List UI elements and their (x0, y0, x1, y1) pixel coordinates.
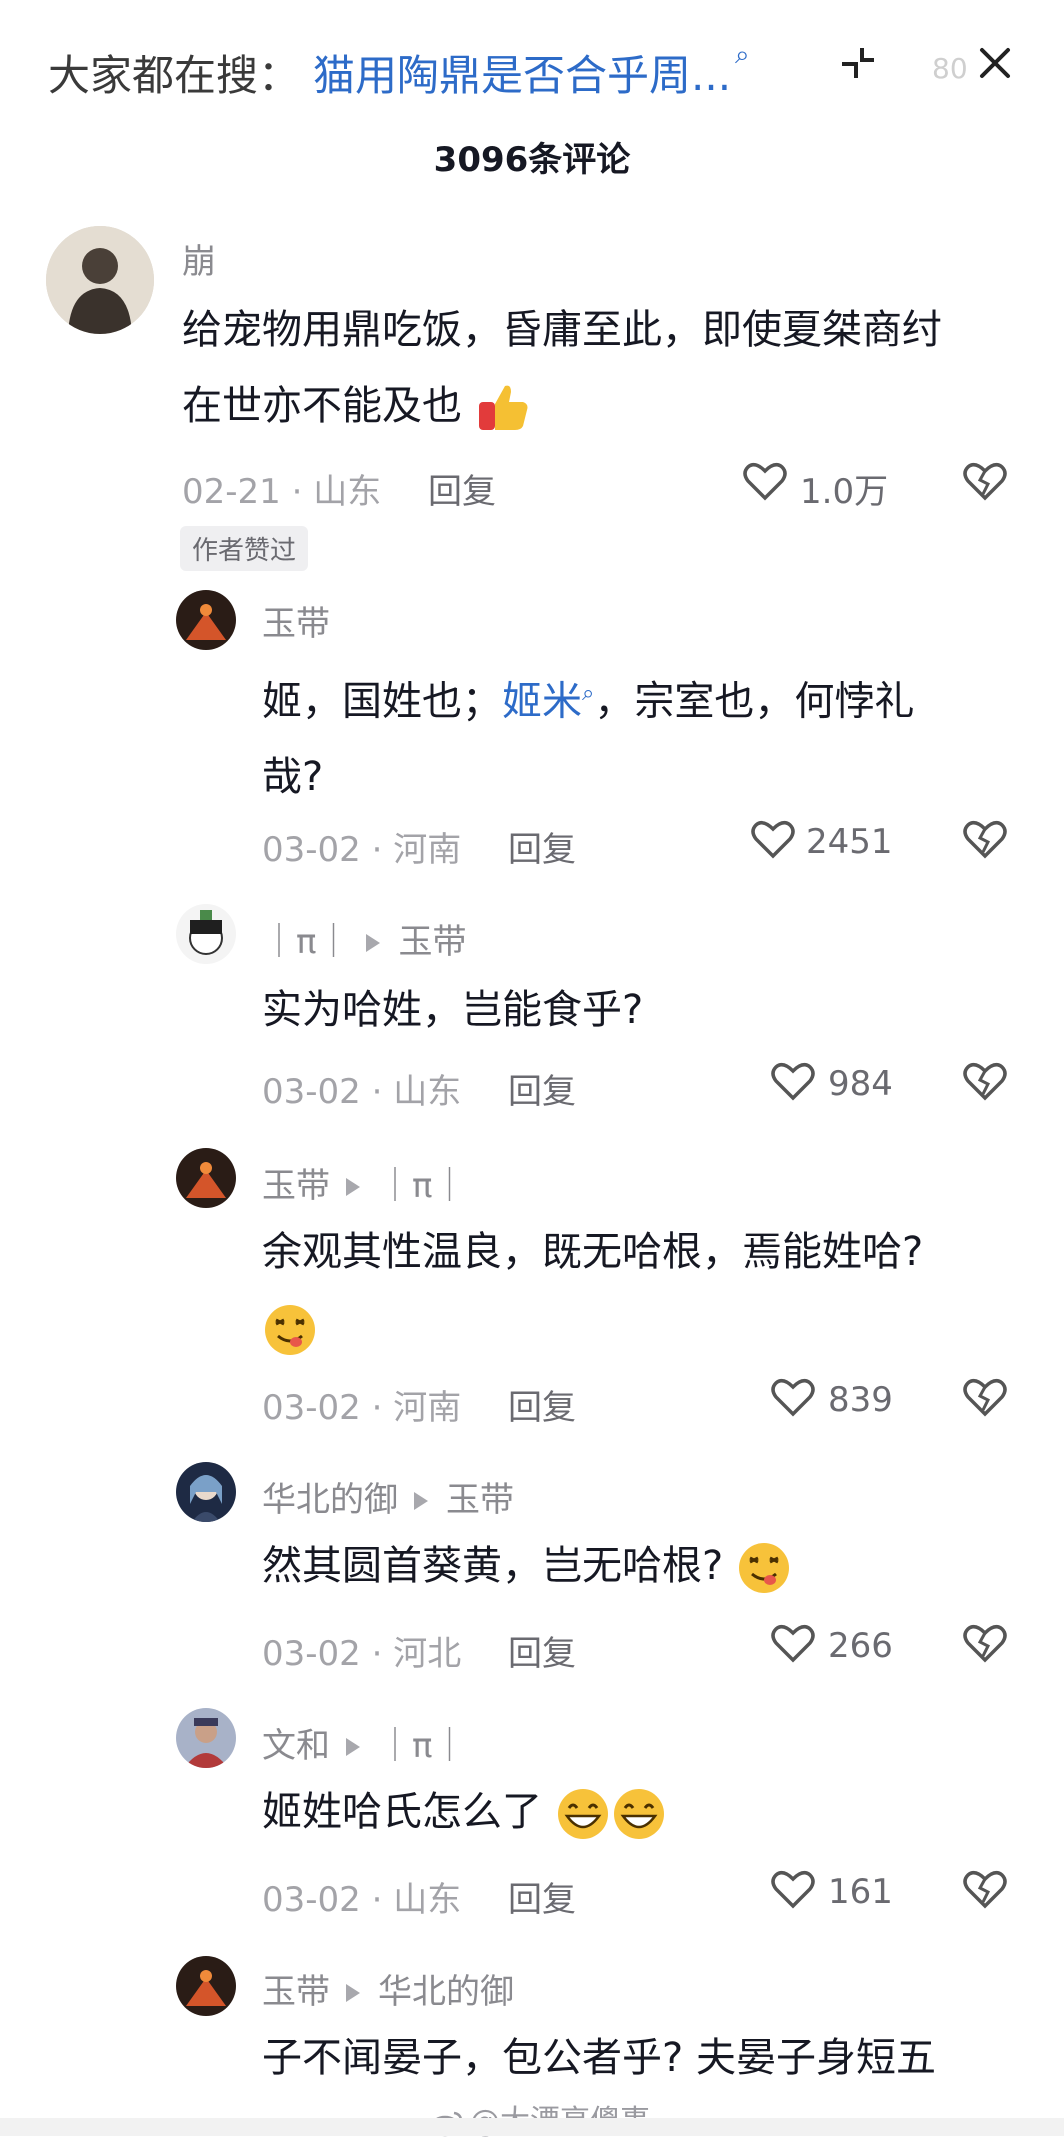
avatar-image (176, 590, 236, 650)
thumbs-up-icon (478, 385, 528, 430)
heart-icon[interactable] (770, 1868, 816, 1910)
comments-count-title: 3096条评论 (433, 140, 631, 180)
broken-heart-icon[interactable] (962, 460, 1008, 502)
avatar-image (46, 226, 154, 334)
reply-author-line: 玉带 ｜π｜ (262, 1158, 466, 1207)
comment-text: 姬姓哈氏怎么了 (262, 1774, 1042, 1850)
comment-text: 然其圆首葵黄，岂无哈根? (262, 1528, 1042, 1604)
reply-button[interactable]: 回复 (508, 822, 576, 871)
top-bar: 大家都在搜： 猫用陶鼎是否合乎周... ⌕ 80 (0, 0, 1064, 135)
avatar[interactable] (176, 904, 236, 964)
avatar[interactable] (176, 1708, 236, 1768)
reply-button[interactable]: 回复 (508, 1872, 576, 1921)
comment-author[interactable]: 玉带 (262, 1972, 330, 2012)
author-liked-badge: 作者赞过 (180, 526, 309, 571)
comment-date-location: 03-02 · 山东 (262, 1880, 462, 1920)
reply-arrow-icon (414, 1491, 428, 1510)
heart-icon[interactable] (770, 1376, 816, 1418)
like-count: 839 (828, 1380, 893, 1420)
reply-button[interactable]: 回复 (508, 1626, 576, 1675)
avatar-image (176, 1708, 236, 1768)
reply-to-author[interactable]: 玉带 (446, 1480, 514, 1520)
search-link[interactable]: 姬米 (502, 678, 582, 724)
reply-author-line: 玉带 华北的御 (262, 1964, 514, 2013)
broken-heart-icon[interactable] (962, 1622, 1008, 1664)
bottom-bar (0, 2118, 1064, 2136)
avatar-image (176, 1462, 236, 1522)
reply-button[interactable]: 回复 (508, 1064, 576, 1113)
drooling-face-icon (738, 1543, 789, 1593)
search-icon[interactable]: ⌕ (735, 40, 750, 71)
heart-icon[interactable] (770, 1622, 816, 1664)
comment-date-location: 02-21 · 山东 (182, 472, 382, 512)
reply-arrow-icon (346, 1737, 360, 1756)
heart-icon[interactable] (750, 818, 796, 860)
broken-heart-icon[interactable] (962, 1868, 1008, 1910)
comment-date-location: 03-02 · 河南 (262, 1388, 462, 1428)
reply-author-line: 文和 ｜π｜ (262, 1718, 466, 1767)
avatar[interactable] (176, 1956, 236, 2016)
comment-text: 实为哈姓，岂能食乎? (262, 987, 644, 1033)
comment-text: 余观其性温良，既无哈根，焉能姓哈? (262, 1214, 1042, 1366)
reply-arrow-icon (366, 933, 381, 952)
grinning-face-icon (557, 1789, 608, 1839)
comment-date-location: 03-02 · 山东 (262, 1072, 462, 1112)
like-count: 984 (828, 1064, 893, 1104)
like-count: 2451 (806, 822, 893, 862)
like-count: 161 (828, 1872, 893, 1912)
comment-author[interactable]: 玉带 (262, 596, 330, 645)
heart-icon[interactable] (742, 460, 788, 502)
reply-button[interactable]: 回复 (428, 464, 496, 513)
comment-text: 子不闻晏子，包公者乎? 夫晏子身短五 (262, 2035, 936, 2081)
close-icon[interactable] (974, 42, 1016, 84)
avatar-image (176, 1148, 236, 1208)
reply-to-author[interactable]: ｜π｜ (378, 1726, 466, 1766)
grinning-face-icon (613, 1789, 664, 1839)
reply-to-author[interactable]: 华北的御 (378, 1972, 514, 2012)
expand-icon[interactable] (838, 42, 878, 84)
broken-heart-icon[interactable] (962, 818, 1008, 860)
comment-author[interactable]: 文和 (262, 1726, 330, 1766)
comment-text: 给宠物用鼎吃饭，昏庸至此，即使夏桀商纣 在世亦不能及也 (182, 292, 1022, 444)
reply-button[interactable]: 回复 (508, 1380, 576, 1429)
avatar[interactable] (176, 1462, 236, 1522)
reply-to-author[interactable]: 玉带 (398, 922, 466, 962)
like-count: 266 (828, 1626, 893, 1666)
reply-author-line: 华北的御 玉带 (262, 1472, 514, 1521)
comment-author[interactable]: 华北的御 (262, 1480, 398, 1520)
reply-to-author[interactable]: ｜π｜ (378, 1166, 466, 1206)
avatar[interactable] (46, 226, 154, 334)
avatar[interactable] (176, 1148, 236, 1208)
faint-count: 80 (932, 52, 968, 85)
heart-icon[interactable] (770, 1060, 816, 1102)
search-icon[interactable]: ⌕ (582, 681, 594, 706)
avatar-image (176, 1956, 236, 2016)
comment-date-location: 03-02 · 河北 (262, 1634, 462, 1674)
search-suggestion-link[interactable]: 猫用陶鼎是否合乎周... (313, 42, 731, 103)
avatar-image (176, 904, 236, 964)
comment-text: 姬，国姓也；姬米⌕，宗室也，何悖礼 哉? (262, 678, 915, 801)
broken-heart-icon[interactable] (962, 1376, 1008, 1418)
comment-author[interactable]: 玉带 (262, 1166, 330, 1206)
comment-author[interactable]: ｜π｜ (262, 922, 350, 962)
comment-author[interactable]: 崩 (182, 234, 216, 283)
broken-heart-icon[interactable] (962, 1060, 1008, 1102)
avatar[interactable] (176, 590, 236, 650)
drooling-face-icon (265, 1305, 315, 1355)
search-prefix: 大家都在搜： (48, 51, 301, 100)
reply-author-line: ｜π｜ 玉带 (262, 914, 466, 963)
comment-date-location: 03-02 · 河南 (262, 830, 462, 870)
reply-arrow-icon (346, 1983, 360, 2002)
like-count: 1.0万 (800, 472, 889, 512)
reply-arrow-icon (346, 1177, 360, 1196)
